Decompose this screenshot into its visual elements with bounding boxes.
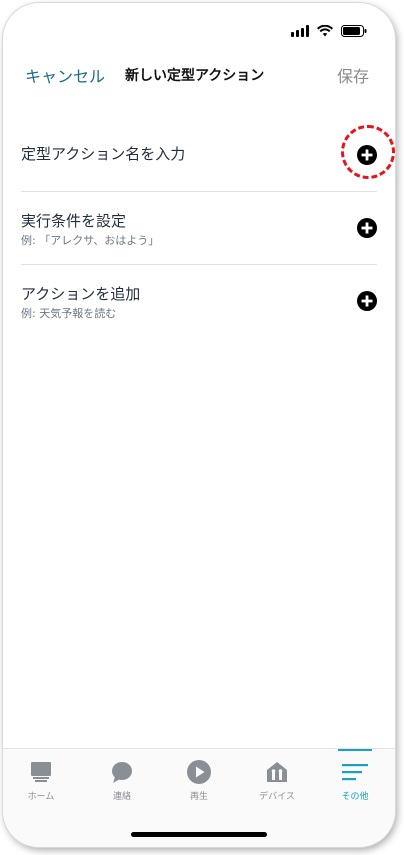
trigger-condition-row[interactable]: 実行条件を設定 例: 「アレクサ、おはよう」 bbox=[21, 192, 377, 265]
wifi-icon bbox=[317, 25, 333, 37]
trigger-condition-label: 実行条件を設定 bbox=[21, 212, 127, 230]
nav-communicate[interactable]: 連絡 bbox=[92, 759, 152, 802]
plus-circle-icon bbox=[357, 291, 377, 311]
nav-play[interactable]: 再生 bbox=[169, 759, 229, 802]
nav-more-label: その他 bbox=[341, 792, 369, 802]
trigger-condition-example: 例: 「アレクサ、おはよう」 bbox=[21, 234, 160, 247]
add-action-row[interactable]: アクションを追加 例: 天気予報を読む bbox=[21, 265, 377, 337]
add-action-button[interactable] bbox=[357, 291, 377, 311]
active-tab-indicator bbox=[338, 749, 372, 751]
home-indicator[interactable] bbox=[131, 832, 267, 837]
status-bar bbox=[291, 21, 367, 41]
nav-home-label: ホーム bbox=[27, 792, 55, 802]
devices-icon bbox=[247, 759, 307, 785]
home-icon bbox=[11, 759, 71, 785]
nav-devices-label: デバイス bbox=[259, 792, 295, 802]
routine-name-row[interactable]: 定型アクション名を入力 bbox=[21, 119, 395, 192]
nav-home[interactable]: ホーム bbox=[11, 759, 71, 802]
battery-icon bbox=[341, 25, 367, 37]
nav-communicate-label: 連絡 bbox=[112, 792, 131, 802]
header: キャンセル 新しい定型アクション 保存 bbox=[3, 59, 395, 93]
routine-name-label: 定型アクション名を入力 bbox=[21, 145, 186, 163]
add-action-example: 例: 天気予報を読む bbox=[21, 307, 117, 320]
menu-icon bbox=[325, 759, 385, 785]
nav-devices[interactable]: デバイス bbox=[247, 759, 307, 802]
play-icon bbox=[169, 759, 229, 785]
plus-circle-icon bbox=[357, 218, 377, 238]
nav-play-label: 再生 bbox=[189, 792, 208, 802]
add-action-label: アクションを追加 bbox=[21, 285, 141, 303]
save-button[interactable]: 保存 bbox=[337, 63, 369, 87]
add-trigger-button[interactable] bbox=[357, 218, 377, 238]
phone-frame: キャンセル 新しい定型アクション 保存 定型アクション名を入力 実行条件を設定 … bbox=[3, 3, 395, 847]
nav-more[interactable]: その他 bbox=[325, 749, 385, 802]
page-title: 新しい定型アクション bbox=[125, 68, 265, 84]
highlight-annotation-circle bbox=[341, 125, 395, 179]
routine-settings-list: 定型アクション名を入力 実行条件を設定 例: 「アレクサ、おはよう」 アクション… bbox=[21, 119, 395, 337]
bottom-navigation-bar: ホーム 連絡 再生 デバイス その他 bbox=[3, 748, 395, 847]
chat-bubble-icon bbox=[92, 759, 152, 785]
cancel-button[interactable]: キャンセル bbox=[25, 63, 105, 87]
cellular-signal-icon bbox=[291, 25, 309, 37]
